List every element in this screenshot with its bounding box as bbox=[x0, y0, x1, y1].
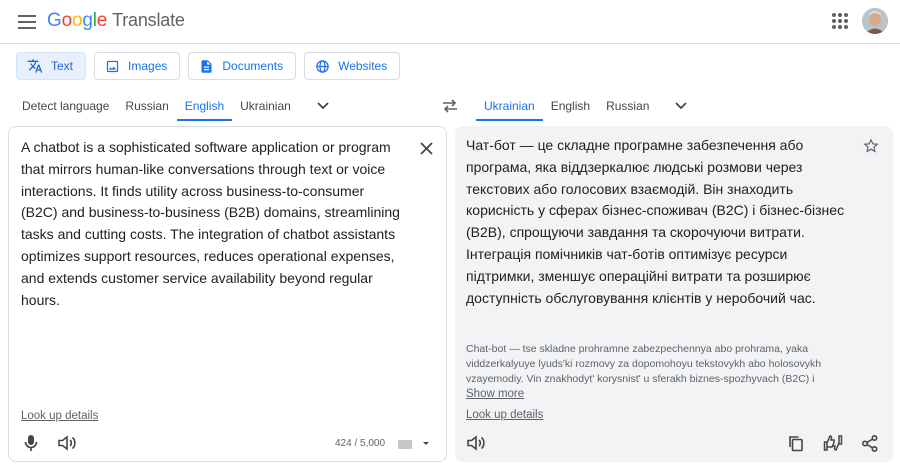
source-lang-english[interactable]: English bbox=[176, 92, 233, 121]
source-lang-ukrainian[interactable]: Ukrainian bbox=[232, 92, 299, 120]
clear-text-close-icon[interactable] bbox=[415, 137, 437, 159]
apps-grid-icon[interactable] bbox=[828, 9, 852, 33]
source-text-input[interactable]: A chatbot is a sophisticated software ap… bbox=[21, 137, 401, 311]
save-translation-star-icon[interactable] bbox=[861, 136, 881, 156]
text-mode-button[interactable]: Text bbox=[16, 52, 87, 80]
documents-mode-button[interactable]: Documents bbox=[188, 52, 297, 80]
target-lang-dropdown-chevron-down-icon[interactable] bbox=[669, 94, 693, 118]
images-mode-label: Images bbox=[128, 59, 168, 73]
product-name: Translate bbox=[112, 10, 185, 30]
microphone-icon[interactable] bbox=[20, 432, 42, 454]
translation-output-text: Чат-бот — це складне програмне забезпече… bbox=[466, 137, 845, 306]
translate-icon bbox=[27, 59, 43, 73]
target-look-up-details-link[interactable]: Look up details bbox=[466, 409, 543, 421]
share-icon[interactable] bbox=[859, 432, 881, 454]
image-icon bbox=[106, 60, 119, 72]
document-icon bbox=[201, 59, 212, 73]
keyboard-icon[interactable] bbox=[397, 437, 431, 451]
translation-panel: Чат-бот — це складне програмне забезпече… bbox=[455, 126, 893, 462]
hamburger-menu-icon[interactable] bbox=[14, 9, 40, 35]
target-language-bar: Ukrainian English Russian bbox=[476, 92, 693, 121]
show-more-link[interactable]: Show more bbox=[466, 388, 524, 400]
source-panel: A chatbot is a sophisticated software ap… bbox=[8, 126, 447, 462]
copy-icon[interactable] bbox=[785, 432, 807, 454]
target-lang-ukrainian[interactable]: Ukrainian bbox=[476, 92, 543, 121]
globe-icon bbox=[316, 59, 329, 73]
target-lang-english[interactable]: English bbox=[543, 92, 598, 120]
google-translate-logo[interactable]: Google Translate bbox=[47, 10, 185, 32]
source-language-bar: Detect language Russian English Ukrainia… bbox=[14, 92, 335, 121]
transliteration-text: Chat-bot — tse skladne prohramne zabezpe… bbox=[466, 343, 822, 385]
text-mode-label: Text bbox=[51, 59, 74, 73]
websites-mode-button[interactable]: Websites bbox=[304, 52, 401, 80]
mode-tabs: Text Images Documents Websites bbox=[16, 52, 401, 80]
websites-mode-label: Websites bbox=[338, 59, 388, 73]
swap-languages-icon[interactable] bbox=[439, 96, 461, 116]
source-lang-dropdown-chevron-down-icon[interactable] bbox=[311, 94, 335, 118]
avatar[interactable] bbox=[862, 8, 888, 34]
images-mode-button[interactable]: Images bbox=[94, 52, 181, 80]
app-header: Google Translate bbox=[0, 0, 900, 44]
character-count: 424 / 5,000 bbox=[335, 438, 386, 449]
target-lang-russian[interactable]: Russian bbox=[598, 92, 657, 120]
source-look-up-details-link[interactable]: Look up details bbox=[21, 410, 98, 422]
source-lang-russian[interactable]: Russian bbox=[117, 92, 176, 120]
source-lang-detect[interactable]: Detect language bbox=[14, 92, 117, 120]
rate-translation-thumbs-icon[interactable] bbox=[822, 432, 844, 454]
documents-mode-label: Documents bbox=[222, 59, 284, 73]
target-listen-speaker-icon[interactable] bbox=[465, 432, 487, 454]
google-wordmark: Google bbox=[47, 10, 108, 31]
source-listen-speaker-icon[interactable] bbox=[56, 432, 78, 454]
